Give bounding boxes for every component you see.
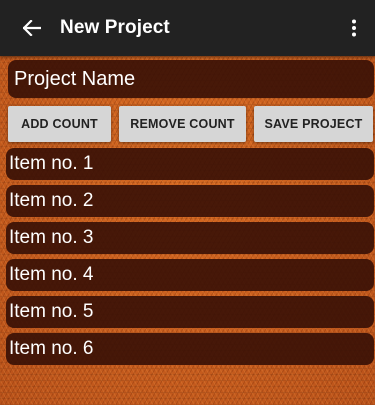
project-name-field[interactable]: Project Name <box>8 60 374 98</box>
arrow-left-icon <box>23 20 41 36</box>
overflow-menu-button[interactable] <box>339 0 369 56</box>
count-item[interactable]: Item no. 6 <box>6 333 374 365</box>
save-project-button[interactable]: SAVE PROJECT <box>254 106 373 142</box>
page-title: New Project <box>60 17 170 38</box>
action-button-row: ADD COUNT REMOVE COUNT SAVE PROJECT <box>0 106 375 142</box>
count-item[interactable]: Item no. 1 <box>6 148 374 180</box>
count-item[interactable]: Item no. 4 <box>6 259 374 291</box>
more-vert-icon <box>352 19 356 37</box>
count-item[interactable]: Item no. 3 <box>6 222 374 254</box>
count-item[interactable]: Item no. 2 <box>6 185 374 217</box>
back-button[interactable] <box>8 0 56 56</box>
remove-count-button[interactable]: REMOVE COUNT <box>119 106 246 142</box>
add-count-button[interactable]: ADD COUNT <box>8 106 111 142</box>
app-toolbar: New Project <box>0 0 375 56</box>
count-item[interactable]: Item no. 5 <box>6 296 374 328</box>
